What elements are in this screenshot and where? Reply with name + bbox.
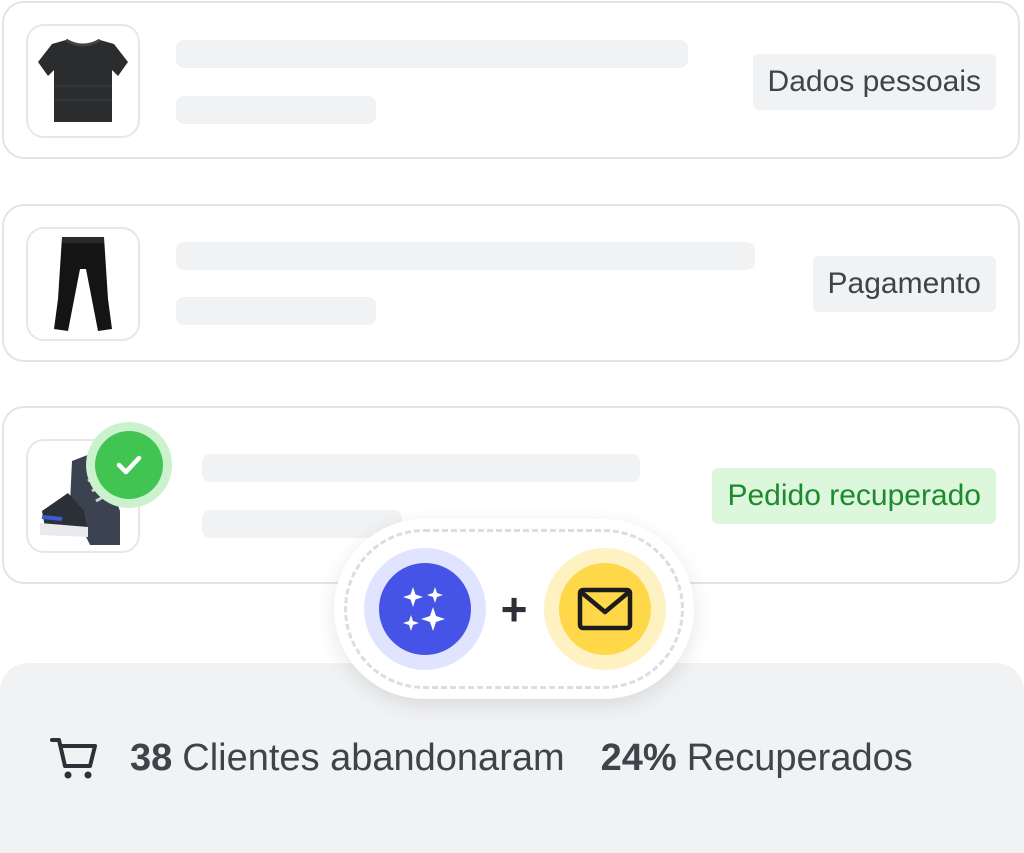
email-channel[interactable]: [544, 548, 666, 670]
recovery-channels-pill: +: [334, 519, 694, 699]
recovered-percentage: 24%: [600, 736, 677, 779]
abandoned-label: Clientes abandonaram: [182, 736, 565, 779]
skeleton-line: [176, 40, 688, 68]
check-icon: [116, 455, 142, 475]
skeleton-line: [202, 454, 640, 482]
sparkles-icon: [403, 587, 445, 631]
tshirt-icon: [38, 38, 128, 122]
order-card-2[interactable]: Pagamento: [2, 204, 1020, 362]
order-card-1[interactable]: Dados pessoais: [2, 1, 1020, 159]
product-thumbnail: [26, 24, 140, 138]
recovered-label: Recuperados: [686, 736, 913, 779]
product-thumbnail: [26, 227, 140, 341]
skeleton-line: [176, 96, 376, 124]
skeleton-line: [176, 297, 376, 325]
abandoned-count: 38: [130, 736, 173, 779]
cart-icon: [50, 738, 97, 779]
skeleton-line: [202, 510, 402, 538]
status-badge: Pagamento: [812, 256, 996, 312]
plus-sign: +: [500, 583, 528, 635]
status-badge-recovered: Pedido recuperado: [712, 468, 996, 524]
summary-stats: 38 Clientes abandonaram 24% Recuperados: [48, 735, 913, 781]
status-badge: Dados pessoais: [752, 54, 996, 110]
pants-icon: [54, 237, 112, 331]
envelope-icon: [577, 587, 633, 631]
ai-channel[interactable]: [364, 548, 486, 670]
recovered-check-badge: [86, 422, 172, 508]
skeleton-line: [176, 242, 755, 270]
